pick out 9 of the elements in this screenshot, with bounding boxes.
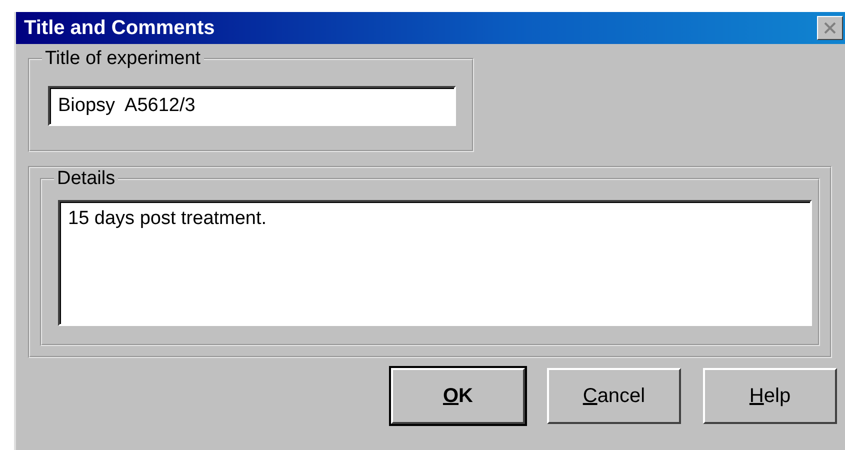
dialog-button[interactable]: OK: [391, 368, 525, 424]
close-icon: [823, 22, 837, 34]
dialog-button[interactable]: Help: [703, 368, 837, 424]
group-label: Title of experiment: [42, 48, 204, 70]
close-button[interactable]: [817, 16, 843, 40]
window-title: Title and Comments: [24, 16, 215, 40]
dialog-button[interactable]: Cancel: [547, 368, 681, 424]
text-area[interactable]: 15 days post treatment.: [58, 200, 812, 326]
input-field[interactable]: Biopsy A5612/3: [48, 86, 456, 126]
